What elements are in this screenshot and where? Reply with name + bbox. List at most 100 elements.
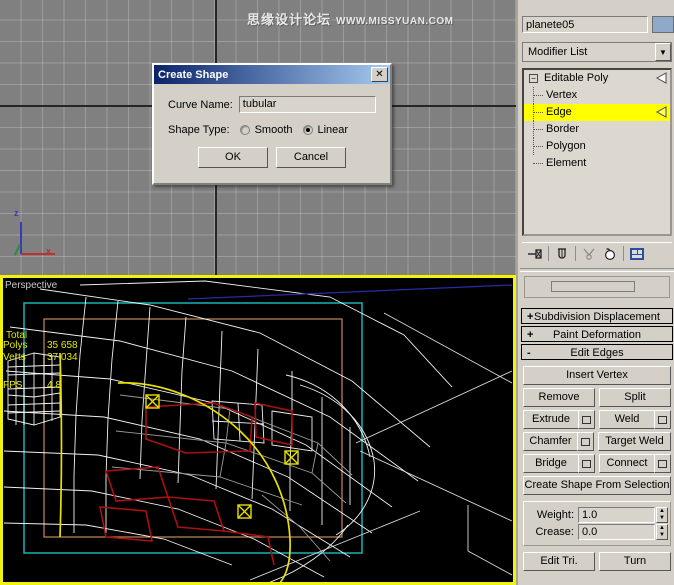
turn-button[interactable]: Turn bbox=[599, 552, 671, 571]
x-axis-label: x bbox=[46, 246, 52, 256]
extrude-weld-row: Extrude Weld bbox=[523, 410, 671, 429]
connect-group: Connect bbox=[599, 454, 671, 473]
extrude-group: Extrude bbox=[523, 410, 595, 429]
rollout-label: Edit Edges bbox=[570, 347, 624, 359]
toolbar-separator bbox=[548, 246, 549, 261]
dialog-title: Create Shape bbox=[158, 68, 229, 81]
split-button[interactable]: Split bbox=[599, 388, 671, 407]
bridge-connect-row: Bridge Connect bbox=[523, 454, 671, 473]
crease-spinner[interactable]: ▲ ▼ bbox=[656, 524, 668, 540]
weight-input[interactable]: 1.0 bbox=[578, 507, 655, 523]
edit-tri-button[interactable]: Edit Tri. bbox=[523, 552, 595, 571]
command-panel: planete05 Modifier List ▼ − Editable Pol… bbox=[516, 0, 674, 585]
make-unique-icon[interactable] bbox=[579, 244, 599, 263]
rollout-label: Paint Deformation bbox=[552, 329, 642, 341]
bridge-button[interactable]: Bridge bbox=[523, 454, 578, 473]
axis-tripod-gizmo: z x bbox=[8, 208, 62, 264]
rollout-container: + Subdivision Displacement + Paint Defor… bbox=[518, 276, 674, 585]
crease-label: Crease: bbox=[535, 526, 574, 538]
chamfer-settings-icon[interactable] bbox=[577, 432, 594, 451]
crease-input[interactable]: 0.0 bbox=[578, 524, 655, 540]
curve-name-input[interactable]: tubular bbox=[238, 96, 376, 113]
remove-button[interactable]: Remove bbox=[523, 388, 595, 407]
weight-label: Weight: bbox=[536, 509, 574, 521]
target-weld-button[interactable]: Target Weld bbox=[598, 432, 671, 451]
bridge-settings-icon[interactable] bbox=[578, 454, 595, 473]
show-end-result-icon[interactable] bbox=[552, 244, 572, 263]
pin-stack-icon[interactable] bbox=[525, 244, 545, 263]
stack-item-label: Element bbox=[546, 157, 587, 169]
dialog-titlebar[interactable]: Create Shape ✕ bbox=[154, 65, 390, 84]
stack-item-polygon[interactable]: Polygon bbox=[524, 138, 670, 155]
modifier-list-label: Modifier List bbox=[528, 46, 588, 58]
remove-modifier-icon[interactable] bbox=[600, 244, 620, 263]
radio-linear-icon[interactable] bbox=[302, 125, 313, 135]
ok-button[interactable]: OK bbox=[198, 147, 268, 168]
radio-smooth-icon[interactable] bbox=[239, 125, 250, 135]
curve-name-row: Curve Name: tubular bbox=[168, 96, 376, 113]
curve-name-label: Curve Name: bbox=[168, 98, 233, 111]
remove-split-row: Remove Split bbox=[523, 388, 671, 407]
connect-button[interactable]: Connect bbox=[599, 454, 654, 473]
chamfer-group: Chamfer bbox=[523, 432, 594, 451]
toolbar-separator bbox=[575, 246, 576, 261]
object-name-field[interactable]: planete05 bbox=[522, 16, 648, 33]
object-name-row: planete05 bbox=[522, 16, 674, 34]
stack-item-element[interactable]: Element bbox=[524, 155, 670, 172]
weld-group: Weld bbox=[599, 410, 671, 429]
stat-fps-value: 4.8 bbox=[47, 380, 61, 391]
chamfer-targetweld-row: Chamfer Target Weld bbox=[523, 432, 671, 451]
stack-item-editable-poly[interactable]: − Editable Poly bbox=[524, 70, 670, 87]
rollout-scroll-stub bbox=[524, 276, 670, 298]
z-axis-label: z bbox=[14, 208, 19, 218]
tree-branch bbox=[533, 163, 543, 165]
stack-item-border[interactable]: Border bbox=[524, 121, 670, 138]
stat-fps-label: FPS bbox=[3, 380, 23, 391]
create-shape-from-selection-button[interactable]: Create Shape From Selection bbox=[523, 476, 671, 495]
chevron-down-icon[interactable]: ▼ bbox=[655, 43, 671, 61]
rollout-edit-edges[interactable]: - Edit Edges bbox=[521, 344, 673, 360]
stack-item-label: Edge bbox=[546, 106, 572, 118]
extrude-button[interactable]: Extrude bbox=[523, 410, 578, 429]
stack-item-label: Border bbox=[546, 123, 580, 135]
dialog-buttons: OK Cancel bbox=[168, 147, 376, 168]
extrude-settings-icon[interactable] bbox=[578, 410, 595, 429]
tree-branch bbox=[533, 95, 543, 97]
configure-modifier-sets-icon[interactable] bbox=[627, 244, 647, 263]
light-bulb-icon[interactable] bbox=[654, 72, 667, 84]
weld-button[interactable]: Weld bbox=[599, 410, 654, 429]
object-color-swatch[interactable] bbox=[652, 16, 674, 33]
chamfer-button[interactable]: Chamfer bbox=[523, 432, 577, 451]
tree-branch bbox=[533, 112, 543, 114]
stack-item-edge[interactable]: Edge bbox=[524, 104, 670, 121]
crease-row: Crease: 0.0 ▲ ▼ bbox=[526, 524, 668, 540]
weld-settings-icon[interactable] bbox=[654, 410, 671, 429]
modifier-list-dropdown[interactable]: Modifier List ▼ bbox=[522, 42, 672, 62]
stack-item-vertex[interactable]: Vertex bbox=[524, 87, 670, 104]
wireframe-model bbox=[3, 280, 513, 582]
create-shape-dialog[interactable]: Create Shape ✕ Curve Name: tubular Shape… bbox=[152, 63, 392, 185]
weight-crease-group: Weight: 1.0 ▲ ▼ Crease: 0.0 ▲ ▼ bbox=[523, 501, 671, 546]
stack-item-label: Vertex bbox=[546, 89, 578, 101]
modifier-stack[interactable]: − Editable Poly Vertex Edge Border Polyg… bbox=[522, 68, 672, 236]
weight-spinner[interactable]: ▲ ▼ bbox=[656, 507, 668, 523]
collapse-expand-icon[interactable]: − bbox=[529, 74, 538, 83]
safeframe-inner bbox=[43, 318, 343, 538]
selected-edge-loop bbox=[59, 352, 291, 582]
shape-type-row: Shape Type: Smooth Linear bbox=[168, 124, 376, 136]
stack-toolbar bbox=[522, 242, 672, 264]
shape-type-linear-option[interactable]: Linear bbox=[302, 124, 349, 136]
perspective-viewport[interactable]: Perspective Total Polys 35 658 Verts 37 … bbox=[0, 275, 516, 585]
shape-type-linear-label: Linear bbox=[317, 124, 349, 136]
toolbar-separator bbox=[623, 246, 624, 261]
cancel-button[interactable]: Cancel bbox=[276, 147, 346, 168]
close-icon[interactable]: ✕ bbox=[371, 67, 388, 82]
rollout-sign: - bbox=[527, 347, 531, 359]
rollout-subdivision-displacement[interactable]: + Subdivision Displacement bbox=[521, 308, 673, 324]
stub-bar bbox=[551, 281, 635, 292]
light-bulb-icon[interactable] bbox=[654, 106, 667, 118]
connect-settings-icon[interactable] bbox=[654, 454, 671, 473]
shape-type-smooth-option[interactable]: Smooth bbox=[239, 124, 293, 136]
insert-vertex-button[interactable]: Insert Vertex bbox=[523, 366, 671, 385]
rollout-paint-deformation[interactable]: + Paint Deformation bbox=[521, 326, 673, 342]
